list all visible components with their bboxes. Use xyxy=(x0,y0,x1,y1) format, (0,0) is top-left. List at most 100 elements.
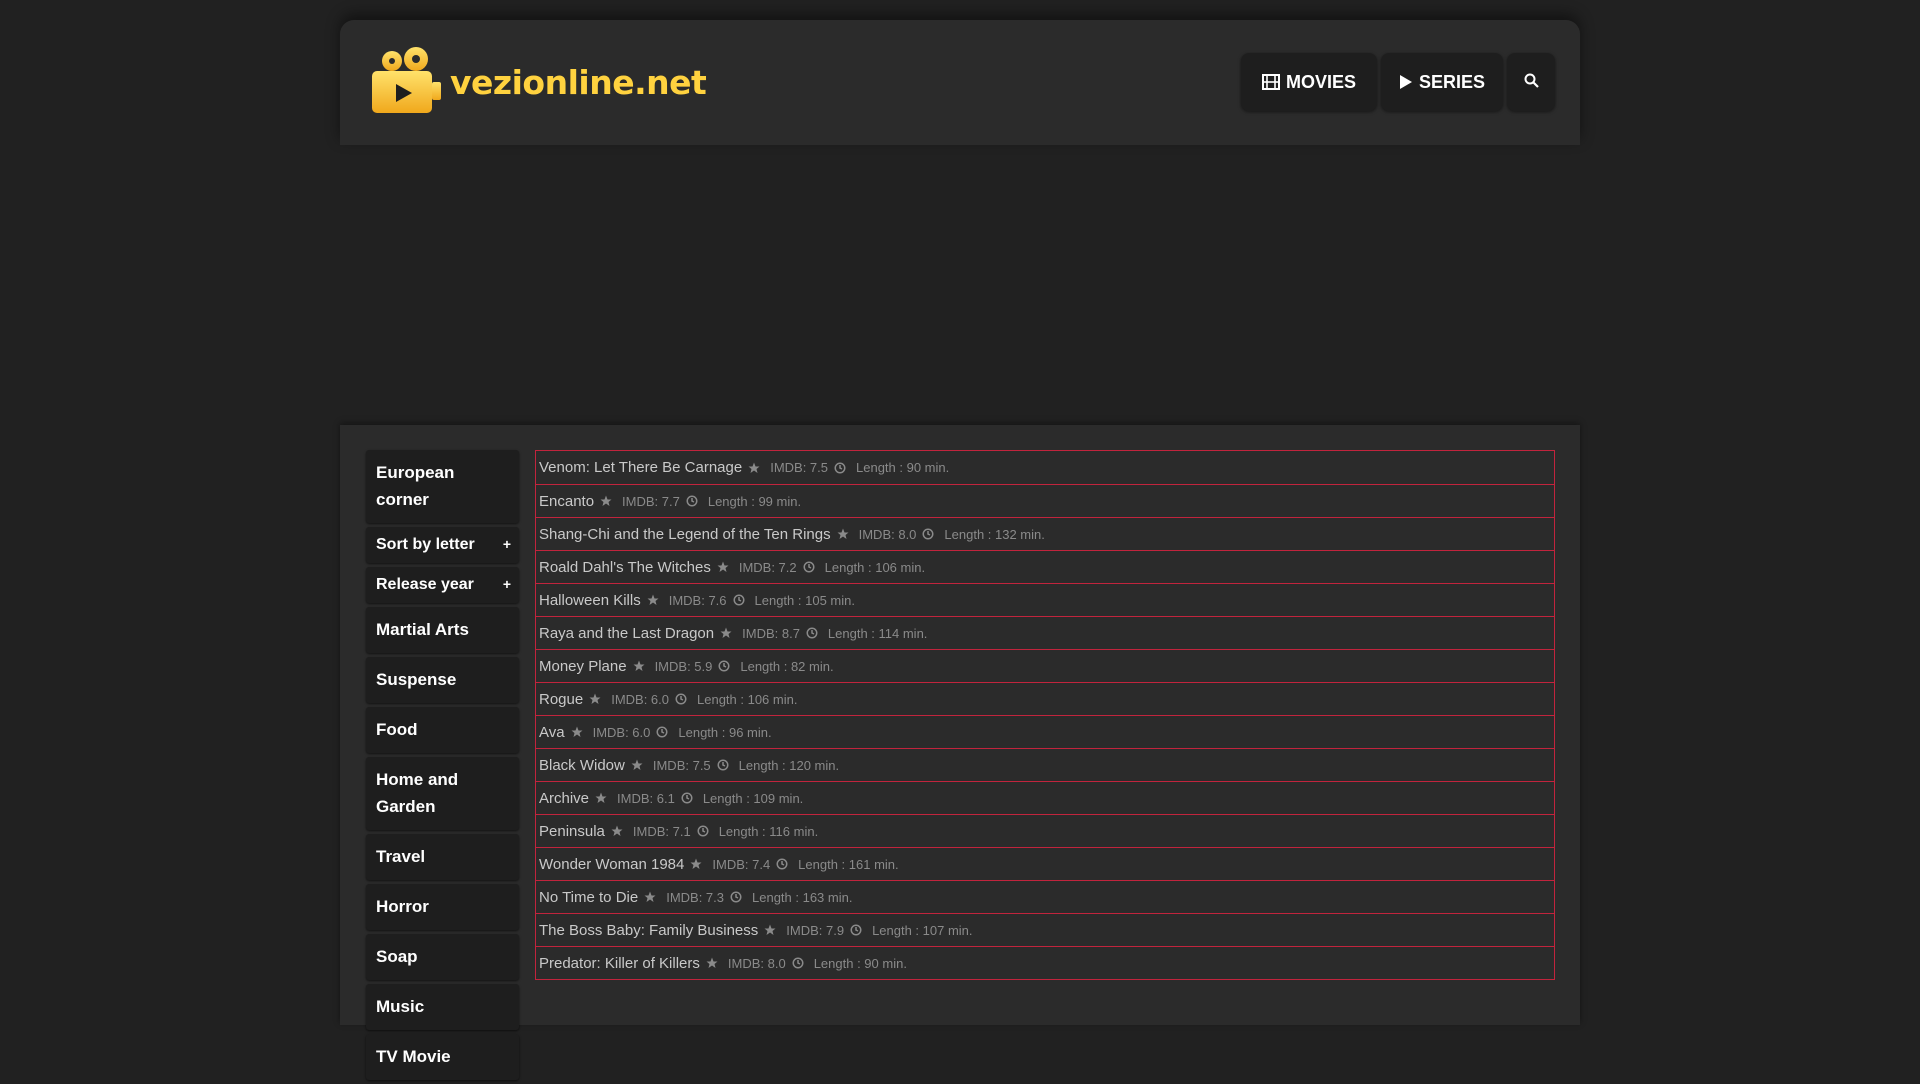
star-icon xyxy=(717,561,734,573)
star-icon xyxy=(748,462,765,474)
series-nav-button[interactable]: SERIES xyxy=(1381,53,1503,111)
movie-row[interactable]: Money Plane IMDB: 5.9 Length : 82 min. xyxy=(535,650,1555,683)
expand-toggle[interactable]: + xyxy=(503,573,511,596)
imdb-rating: IMDB: 8.0 Length : 132 min. xyxy=(837,527,1045,542)
movie-length-text: Length : 107 min. xyxy=(872,922,973,938)
movie-title-link[interactable]: Predator: Killer of Killers xyxy=(539,955,700,972)
movie-title-link[interactable]: Rogue xyxy=(539,691,583,708)
movie-row[interactable]: Rogue IMDB: 6.0 Length : 106 min. xyxy=(535,683,1555,716)
play-icon xyxy=(1399,74,1413,90)
sidebar-item-food[interactable]: Food xyxy=(366,707,519,753)
clock-icon xyxy=(681,792,698,804)
imdb-rating: IMDB: 8.0 Length : 90 min. xyxy=(706,956,907,971)
movie-title-link[interactable]: The Boss Baby: Family Business xyxy=(539,922,758,939)
movie-length-text: Length : 99 min. xyxy=(707,493,802,509)
movie-title-link[interactable]: Archive xyxy=(539,790,589,807)
movie-row[interactable]: Black Widow IMDB: 7.5 Length : 120 min. xyxy=(535,749,1555,782)
imdb-rating-text: IMDB: 6.0 xyxy=(592,724,651,740)
movie-row[interactable]: Peninsula IMDB: 7.1 Length : 116 min. xyxy=(535,815,1555,848)
sidebar-item-label: TV Movie xyxy=(376,1047,451,1066)
imdb-rating-text: IMDB: 6.1 xyxy=(617,790,675,806)
movie-title-link[interactable]: Venom: Let There Be Carnage xyxy=(539,459,742,476)
star-icon xyxy=(644,891,661,903)
movie-length-text: Length : 105 min. xyxy=(754,592,855,608)
sidebar-item-suspense[interactable]: Suspense xyxy=(366,657,519,703)
sidebar-item-release-year[interactable]: Release year + xyxy=(366,567,519,603)
clock-icon xyxy=(733,594,750,606)
movie-title-link[interactable]: Money Plane xyxy=(539,658,627,675)
movie-length: Length : 132 min. xyxy=(922,527,1045,542)
movie-title-link[interactable]: No Time to Die xyxy=(539,889,638,906)
sidebar-item-label: European corner xyxy=(376,463,455,509)
movie-length: Length : 90 min. xyxy=(834,460,949,475)
movie-title-link[interactable]: Raya and the Last Dragon xyxy=(539,625,714,642)
imdb-rating-text: IMDB: 8.7 xyxy=(742,625,800,641)
sidebar-item-label: Music xyxy=(376,997,425,1016)
expand-toggle[interactable]: + xyxy=(503,533,511,556)
sidebar-item-tv-movie[interactable]: TV Movie xyxy=(366,1034,519,1080)
movie-length-text: Length : 96 min. xyxy=(678,724,772,740)
movie-row[interactable]: No Time to Die IMDB: 7.3 Length : 163 min. xyxy=(535,881,1555,914)
movie-row[interactable]: Archive IMDB: 6.1 Length : 109 min. xyxy=(535,782,1555,815)
movie-title-link[interactable]: Ava xyxy=(539,724,565,741)
sidebar-item-travel[interactable]: Travel xyxy=(366,834,519,880)
imdb-rating: IMDB: 7.3 Length : 163 min. xyxy=(644,890,852,905)
sidebar-item-label: Sort by letter xyxy=(376,536,475,553)
movie-length: Length : 105 min. xyxy=(733,593,855,608)
logo[interactable]: vezionline.net xyxy=(370,47,707,117)
movie-row[interactable]: Roald Dahl's The Witches IMDB: 7.2 Length … xyxy=(535,551,1555,584)
imdb-rating-text: IMDB: 7.9 xyxy=(786,922,845,938)
imdb-rating: IMDB: 5.9 Length : 82 min. xyxy=(633,659,834,674)
movies-nav-button[interactable]: MOVIES xyxy=(1241,53,1377,111)
movie-row[interactable]: Ava IMDB: 6.0 Length : 96 min. xyxy=(535,716,1555,749)
movie-length-text: Length : 82 min. xyxy=(740,658,834,674)
movie-row[interactable]: Halloween Kills IMDB: 7.6 Length : 105 min… xyxy=(535,584,1555,617)
star-icon xyxy=(764,924,781,936)
movie-length-text: Length : 106 min. xyxy=(824,559,926,575)
search-button[interactable] xyxy=(1507,53,1555,111)
movie-row[interactable]: Venom: Let There Be Carnage IMDB: 7.5 Leng… xyxy=(535,450,1555,485)
imdb-rating: IMDB: 6.0 Length : 96 min. xyxy=(571,725,772,740)
star-icon xyxy=(611,825,628,837)
imdb-rating-text: IMDB: 7.7 xyxy=(622,493,680,509)
clock-icon xyxy=(717,759,734,771)
movie-length-text: Length : 106 min. xyxy=(697,691,798,707)
movie-title-link[interactable]: Encanto xyxy=(539,493,594,510)
imdb-rating: IMDB: 7.5 Length : 120 min. xyxy=(631,758,839,773)
imdb-rating-text: IMDB: 7.6 xyxy=(668,592,727,608)
clock-icon xyxy=(697,825,714,837)
movie-length-text: Length : 163 min. xyxy=(752,889,853,905)
imdb-rating: IMDB: 6.1 Length : 109 min. xyxy=(595,791,803,806)
movie-title-link[interactable]: Halloween Kills xyxy=(539,592,641,609)
imdb-rating-text: IMDB: 7.2 xyxy=(738,559,797,575)
sidebar-item-home-and-garden[interactable]: Home and Garden xyxy=(366,757,519,830)
imdb-rating-text: IMDB: 7.3 xyxy=(666,889,724,905)
series-label: SERIES xyxy=(1418,71,1486,92)
movie-length-text: Length : 120 min. xyxy=(738,757,840,773)
sidebar-item-music[interactable]: Music xyxy=(366,984,519,1030)
movie-title-link[interactable]: Shang-Chi and the Legend of the Ten Ring… xyxy=(539,526,831,543)
sidebar-item-label: Travel xyxy=(376,847,426,866)
sidebar-item-european-corner[interactable]: European corner xyxy=(366,450,519,523)
sidebar-item-label: Suspense xyxy=(376,670,457,689)
movie-title-link[interactable]: Peninsula xyxy=(539,823,605,840)
main-content: European corner Sort by letter + Release … xyxy=(340,425,1580,1080)
movie-row[interactable]: Shang-Chi and the Legend of the Ten Ring… xyxy=(535,518,1555,551)
clock-icon xyxy=(806,627,823,639)
movie-row[interactable]: Predator: Killer of Killers IMDB: 8.0 Leng… xyxy=(535,947,1555,980)
sidebar-item-martial-arts[interactable]: Martial Arts xyxy=(366,607,519,653)
movie-title-link[interactable]: Wonder Woman 1984 xyxy=(539,856,684,873)
movie-row[interactable]: Wonder Woman 1984 IMDB: 7.4 Length : 161 m… xyxy=(535,848,1555,881)
movie-title-link[interactable]: Black Widow xyxy=(539,757,625,774)
star-icon xyxy=(647,594,664,606)
movie-title-link[interactable]: Roald Dahl's The Witches xyxy=(539,559,711,576)
film-icon xyxy=(1261,74,1280,90)
movie-row[interactable]: Raya and the Last Dragon IMDB: 8.7 Length … xyxy=(535,617,1555,650)
movie-length-text: Length : 161 min. xyxy=(798,856,899,872)
sidebar-item-sort-by-letter[interactable]: Sort by letter + xyxy=(366,527,519,563)
movie-length: Length : 120 min. xyxy=(717,758,839,773)
sidebar-item-horror[interactable]: Horror xyxy=(366,884,519,930)
movie-row[interactable]: Encanto IMDB: 7.7 Length : 99 min. xyxy=(535,485,1555,518)
sidebar-item-soap[interactable]: Soap xyxy=(366,934,519,980)
movie-row[interactable]: The Boss Baby: Family Business IMDB: 7.9 L… xyxy=(535,914,1555,947)
